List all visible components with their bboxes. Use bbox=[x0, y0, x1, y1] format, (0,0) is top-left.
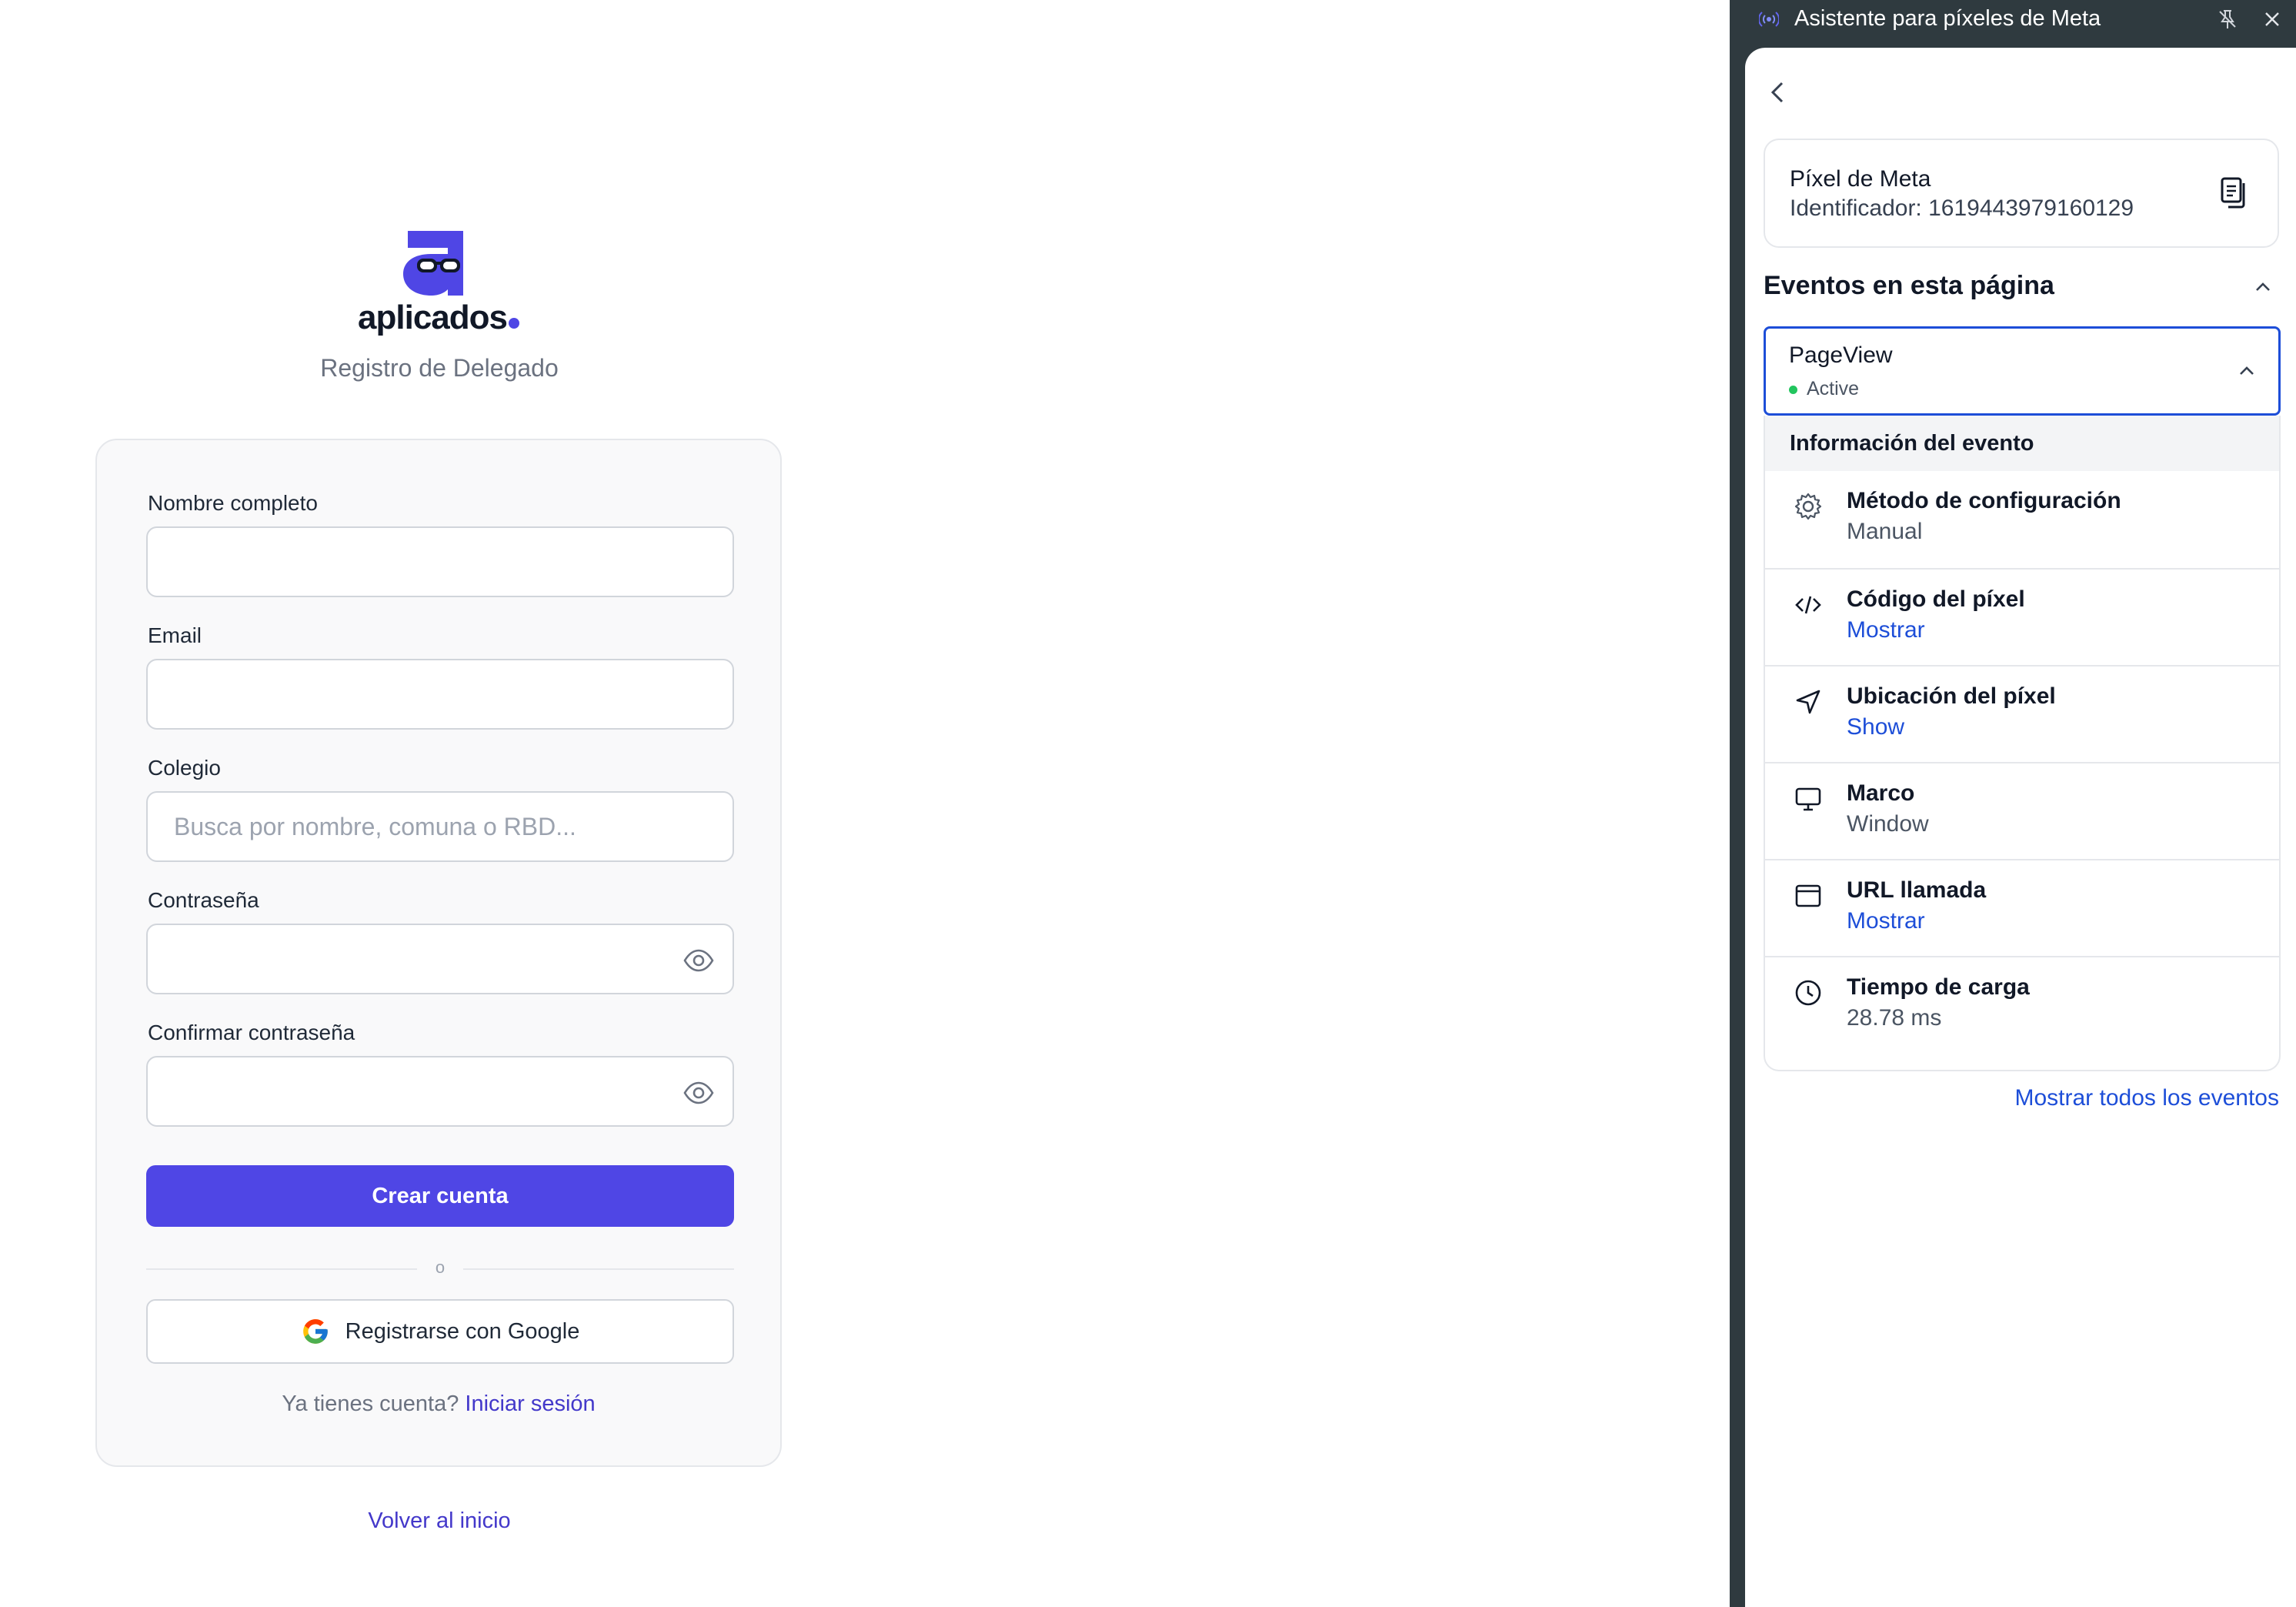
active-status-dot bbox=[1789, 385, 1797, 394]
info-value-load-time: 28.78 ms bbox=[1847, 1005, 1942, 1031]
info-row-url-called: URL llamada Mostrar bbox=[1765, 859, 2279, 957]
show-pixel-code-link[interactable]: Mostrar bbox=[1847, 617, 1925, 643]
gear-icon bbox=[1794, 493, 1822, 520]
page-subtitle: Registro de Delegado bbox=[320, 354, 559, 382]
pixel-broadcast-icon bbox=[1759, 12, 1779, 27]
show-url-called-link[interactable]: Mostrar bbox=[1847, 908, 1925, 934]
info-row-pixel-location: Ubicación del píxel Show bbox=[1765, 665, 2279, 763]
pixel-name: Píxel de Meta bbox=[1790, 166, 1931, 192]
info-label-pixel-code: Código del píxel bbox=[1847, 586, 2025, 612]
show-all-events-link[interactable]: Mostrar todos los eventos bbox=[2015, 1085, 2280, 1111]
pixel-card: Píxel de Meta Identificador: 16194439791… bbox=[1764, 139, 2279, 248]
divider-label: o bbox=[435, 1258, 446, 1277]
extension-body: Píxel de Meta Identificador: 16194439791… bbox=[1745, 48, 2296, 1607]
school-search-placeholder: Busca por nombre, comuna o RBD... bbox=[174, 813, 576, 840]
google-signup-button[interactable]: Registrarse con Google bbox=[146, 1299, 734, 1364]
show-pixel-location-link[interactable]: Show bbox=[1847, 714, 1904, 740]
meta-pixel-helper-panel: Asistente para píxeles de Meta Píxel de … bbox=[1730, 0, 2296, 1607]
full-name-input[interactable] bbox=[146, 526, 734, 597]
info-label-url-called: URL llamada bbox=[1847, 877, 1987, 903]
login-prompt-text: Ya tienes cuenta? bbox=[282, 1392, 459, 1416]
code-icon bbox=[1795, 596, 1821, 614]
full-name-label: Nombre completo bbox=[148, 491, 318, 515]
location-arrow-icon bbox=[1796, 690, 1820, 714]
registration-form-card: Nombre completo Email Colegio Busca por … bbox=[95, 439, 782, 1467]
pageview-event-header[interactable]: PageView Active bbox=[1764, 326, 2281, 416]
info-row-load-time: Tiempo de carga 28.78 ms bbox=[1765, 956, 2279, 1054]
pixel-id: Identificador: 1619443979160129 bbox=[1790, 195, 2134, 221]
info-label-pixel-location: Ubicación del píxel bbox=[1847, 683, 2056, 709]
logo-dot bbox=[508, 318, 519, 329]
info-row-frame: Marco Window bbox=[1765, 762, 2279, 860]
school-label: Colegio bbox=[148, 756, 221, 780]
extension-title: Asistente para píxeles de Meta bbox=[1794, 6, 2101, 31]
copy-icon[interactable] bbox=[2218, 174, 2251, 211]
browser-window-icon bbox=[1795, 884, 1821, 907]
password-input[interactable] bbox=[146, 924, 734, 994]
unpin-icon[interactable] bbox=[2216, 8, 2239, 31]
confirm-password-input[interactable] bbox=[146, 1056, 734, 1127]
close-icon[interactable] bbox=[2261, 8, 2284, 31]
logo-wordmark: aplicados bbox=[358, 299, 508, 336]
info-value-setup-method: Manual bbox=[1847, 519, 1923, 544]
show-confirm-password-eye-icon[interactable] bbox=[683, 1081, 714, 1105]
back-to-home-link[interactable]: Volver al inicio bbox=[95, 1508, 783, 1534]
info-value-frame: Window bbox=[1847, 811, 1929, 837]
event-info-title: Información del evento bbox=[1790, 431, 2034, 456]
event-info-header: Información del evento bbox=[1765, 416, 2279, 471]
event-status-label: Active bbox=[1807, 378, 1860, 399]
school-search-input[interactable]: Busca por nombre, comuna o RBD... bbox=[146, 791, 734, 862]
monitor-icon bbox=[1795, 787, 1821, 811]
info-label-frame: Marco bbox=[1847, 780, 1915, 806]
email-input[interactable] bbox=[146, 659, 734, 730]
events-section-title: Eventos en esta página bbox=[1764, 271, 2054, 300]
google-signup-label: Registrarse con Google bbox=[345, 1318, 580, 1344]
login-link[interactable]: Iniciar sesión bbox=[465, 1392, 595, 1416]
login-prompt-row: Ya tienes cuenta? Iniciar sesión bbox=[97, 1392, 780, 1417]
clock-icon bbox=[1795, 980, 1821, 1006]
password-label: Contraseña bbox=[148, 888, 259, 912]
info-label-setup-method: Método de configuración bbox=[1847, 488, 2121, 513]
show-password-eye-icon[interactable] bbox=[683, 948, 714, 973]
email-label: Email bbox=[148, 623, 202, 647]
info-row-setup-method: Método de configuración Manual bbox=[1765, 471, 2279, 568]
google-icon bbox=[302, 1319, 328, 1344]
or-divider: o bbox=[146, 1258, 734, 1278]
event-info-panel: Información del evento Método de configu… bbox=[1764, 416, 2281, 1071]
logo-mark-icon bbox=[403, 231, 463, 296]
aplicados-logo: aplicados bbox=[346, 231, 531, 336]
extension-titlebar: Asistente para píxeles de Meta bbox=[1730, 0, 2296, 40]
back-chevron-icon[interactable] bbox=[1765, 77, 1791, 108]
registration-page: aplicados Registro de Delegado Nombre co… bbox=[0, 0, 1730, 1607]
info-label-load-time: Tiempo de carga bbox=[1847, 974, 2030, 1000]
event-status: Active bbox=[1789, 378, 1859, 400]
create-account-button[interactable]: Crear cuenta bbox=[146, 1165, 734, 1227]
collapse-section-chevron-icon[interactable] bbox=[2251, 276, 2274, 299]
collapse-event-chevron-icon[interactable] bbox=[2235, 359, 2258, 383]
event-name: PageView bbox=[1789, 342, 1893, 368]
confirm-password-label: Confirmar contraseña bbox=[148, 1021, 355, 1044]
info-row-pixel-code: Código del píxel Mostrar bbox=[1765, 568, 2279, 667]
